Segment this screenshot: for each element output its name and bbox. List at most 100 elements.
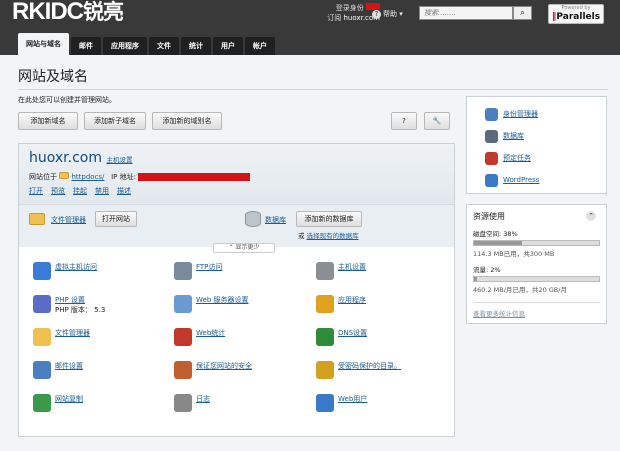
databases-link[interactable]: 数据库 xyxy=(265,215,286,225)
feature-10[interactable]: 保证您网站的安全 xyxy=(174,361,252,379)
wrench-button[interactable]: 🔧 xyxy=(424,112,450,130)
site-action-3[interactable]: 禁用 xyxy=(95,186,109,196)
sidebar-link-label[interactable]: 预定任务 xyxy=(503,153,531,163)
feature-12[interactable]: 网站复制 xyxy=(33,394,83,412)
file-manager-link[interactable]: 文件管理器 xyxy=(51,215,86,225)
site-action-2[interactable]: 挂起 xyxy=(73,186,87,196)
page-intro: 在此处您可以创建并管理网站。 xyxy=(18,96,116,104)
feature-label[interactable]: 保证您网站的安全 xyxy=(196,361,252,371)
traffic-label: 流量: 2% xyxy=(473,266,501,274)
ftp-icon xyxy=(174,262,192,280)
tab-3[interactable]: 文件 xyxy=(149,37,179,55)
feature-label[interactable]: 日志 xyxy=(196,394,210,404)
show-less-toggle[interactable]: ⌃ 显示更少 xyxy=(213,243,275,253)
wordpress-icon xyxy=(485,173,498,187)
domain-name[interactable]: huoxr.com 主机设置 xyxy=(29,150,132,166)
search-button[interactable]: ⌕ xyxy=(513,6,532,20)
add-domain-button[interactable]: 添加新域名 xyxy=(18,112,78,130)
tab-1[interactable]: 邮件 xyxy=(71,37,101,55)
feature-label[interactable]: DNS设置 xyxy=(338,328,367,338)
feature-9[interactable]: 邮件设置 xyxy=(33,361,83,379)
identity-icon xyxy=(485,107,498,121)
feature-label[interactable]: Web 服务器设置 xyxy=(196,295,249,305)
feature-0[interactable]: 虚拟主机访问 xyxy=(33,262,97,280)
disk-label: 磁盘空间: 38% xyxy=(473,230,518,238)
feature-4[interactable]: Web 服务器设置 xyxy=(174,295,249,313)
feature-label[interactable]: 邮件设置 xyxy=(55,361,83,371)
search-input[interactable] xyxy=(420,7,512,19)
wrench-icon: 🔧 xyxy=(432,117,442,125)
sidebar: 身份管理器 数据库 预定任务 WordPress 资源使用 ⌃ 磁盘空间: 38% 11… xyxy=(466,96,607,328)
feature-label[interactable]: Web用户 xyxy=(338,394,367,404)
tab-2[interactable]: 应用程序 xyxy=(103,37,147,55)
help-menu[interactable]: ? 帮助 ▾ xyxy=(372,9,403,19)
disk-bar xyxy=(473,240,600,246)
tab-5[interactable]: 用户 xyxy=(213,37,243,55)
calendar-icon xyxy=(485,151,498,165)
site-action-1[interactable]: 预览 xyxy=(51,186,65,196)
feature-11[interactable]: 受密码保护的目录。 xyxy=(316,361,401,379)
help-icon: ? xyxy=(372,10,381,19)
sidebar-link-label[interactable]: 数据库 xyxy=(503,131,524,141)
main-content: 网站及域名 在此处您可以创建并管理网站。 添加新域名 添加新子域名 添加新的域别… xyxy=(0,55,620,451)
site-panel: huoxr.com 主机设置 网站位于 httpdocs/ IP 地址: 打开预… xyxy=(18,143,455,437)
lock-folder-icon xyxy=(316,361,334,379)
main-tabs: 网站与域名 邮件 应用程序 文件 统计 用户 帐户 xyxy=(18,33,277,55)
sidebar-link-3[interactable]: WordPress xyxy=(485,169,588,191)
parallels-logo[interactable]: Powered by ‖Parallels xyxy=(548,4,604,24)
folder-icon xyxy=(29,213,45,225)
feature-2[interactable]: 主机设置 xyxy=(316,262,366,280)
host-settings-link[interactable]: 主机设置 xyxy=(106,156,132,164)
users-icon xyxy=(316,394,334,412)
php-icon xyxy=(33,295,51,313)
feature-13[interactable]: 日志 xyxy=(174,394,210,412)
database-icon xyxy=(485,129,498,143)
sidebar-links: 身份管理器数据库预定任务 WordPress xyxy=(466,96,607,194)
feature-label[interactable]: 主机设置 xyxy=(338,262,366,272)
sidebar-link-label[interactable]: 身份管理器 xyxy=(503,109,538,119)
feature-14[interactable]: Web用户 xyxy=(316,394,367,412)
feature-label[interactable]: 网站复制 xyxy=(55,394,83,404)
more-stats-link[interactable]: 查看更多统计信息 xyxy=(473,310,525,318)
feature-label[interactable]: 应用程序 xyxy=(338,295,366,305)
feature-8[interactable]: DNS设置 xyxy=(316,328,367,346)
feature-1[interactable]: FTP访问 xyxy=(174,262,222,280)
select-database-link[interactable]: 选择现有的数据库 xyxy=(307,232,359,240)
sidebar-link-0[interactable]: 身份管理器 xyxy=(485,103,588,125)
add-alias-button[interactable]: 添加新的域别名 xyxy=(152,112,222,130)
feature-label[interactable]: 文件管理器 xyxy=(55,328,90,338)
tab-4[interactable]: 统计 xyxy=(181,37,211,55)
logo: RKIDC锐亮 xyxy=(12,0,124,25)
sidebar-link-1[interactable]: 数据库 xyxy=(485,125,588,147)
page-title: 网站及域名 xyxy=(18,69,88,85)
help-button[interactable]: ? xyxy=(391,112,417,130)
top-bar: RKIDC锐亮 登录身份 订阅 huoxr.com ?帮助 ▾ ⌕ Powere… xyxy=(0,0,620,55)
sidebar-link-label[interactable]: WordPress xyxy=(503,176,539,184)
feature-label[interactable]: PHP 设置 xyxy=(55,295,105,305)
open-site-button[interactable]: 打开网站 xyxy=(95,211,137,227)
httpdocs-link[interactable]: httpdocs/ xyxy=(71,173,104,181)
feature-label[interactable]: FTP访问 xyxy=(196,262,222,272)
certificate-icon xyxy=(174,361,192,379)
feature-7[interactable]: Web统计 xyxy=(174,328,225,346)
copy-icon xyxy=(33,394,51,412)
login-info: 登录身份 订阅 huoxr.com xyxy=(327,3,380,22)
feature-3[interactable]: PHP 设置 PHP 版本： 5.3 xyxy=(33,295,105,315)
database-icon xyxy=(245,211,261,227)
collapse-icon[interactable]: ⌃ xyxy=(586,211,596,221)
search-box xyxy=(419,6,513,20)
feature-label[interactable]: Web统计 xyxy=(196,328,225,338)
add-subdomain-button[interactable]: 添加新子域名 xyxy=(84,112,146,130)
sidebar-link-2[interactable]: 预定任务 xyxy=(485,147,588,169)
site-action-0[interactable]: 打开 xyxy=(29,186,43,196)
feature-5[interactable]: 应用程序 xyxy=(316,295,366,313)
chart-icon xyxy=(174,328,192,346)
tab-6[interactable]: 帐户 xyxy=(245,37,275,55)
site-action-4[interactable]: 描述 xyxy=(117,186,131,196)
mail-icon xyxy=(33,361,51,379)
tab-0[interactable]: 网站与域名 xyxy=(18,33,69,55)
feature-label[interactable]: 虚拟主机访问 xyxy=(55,262,97,272)
feature-label[interactable]: 受密码保护的目录。 xyxy=(338,361,401,371)
add-database-button[interactable]: 添加新的数据库 xyxy=(296,211,362,227)
feature-6[interactable]: 文件管理器 xyxy=(33,328,90,346)
